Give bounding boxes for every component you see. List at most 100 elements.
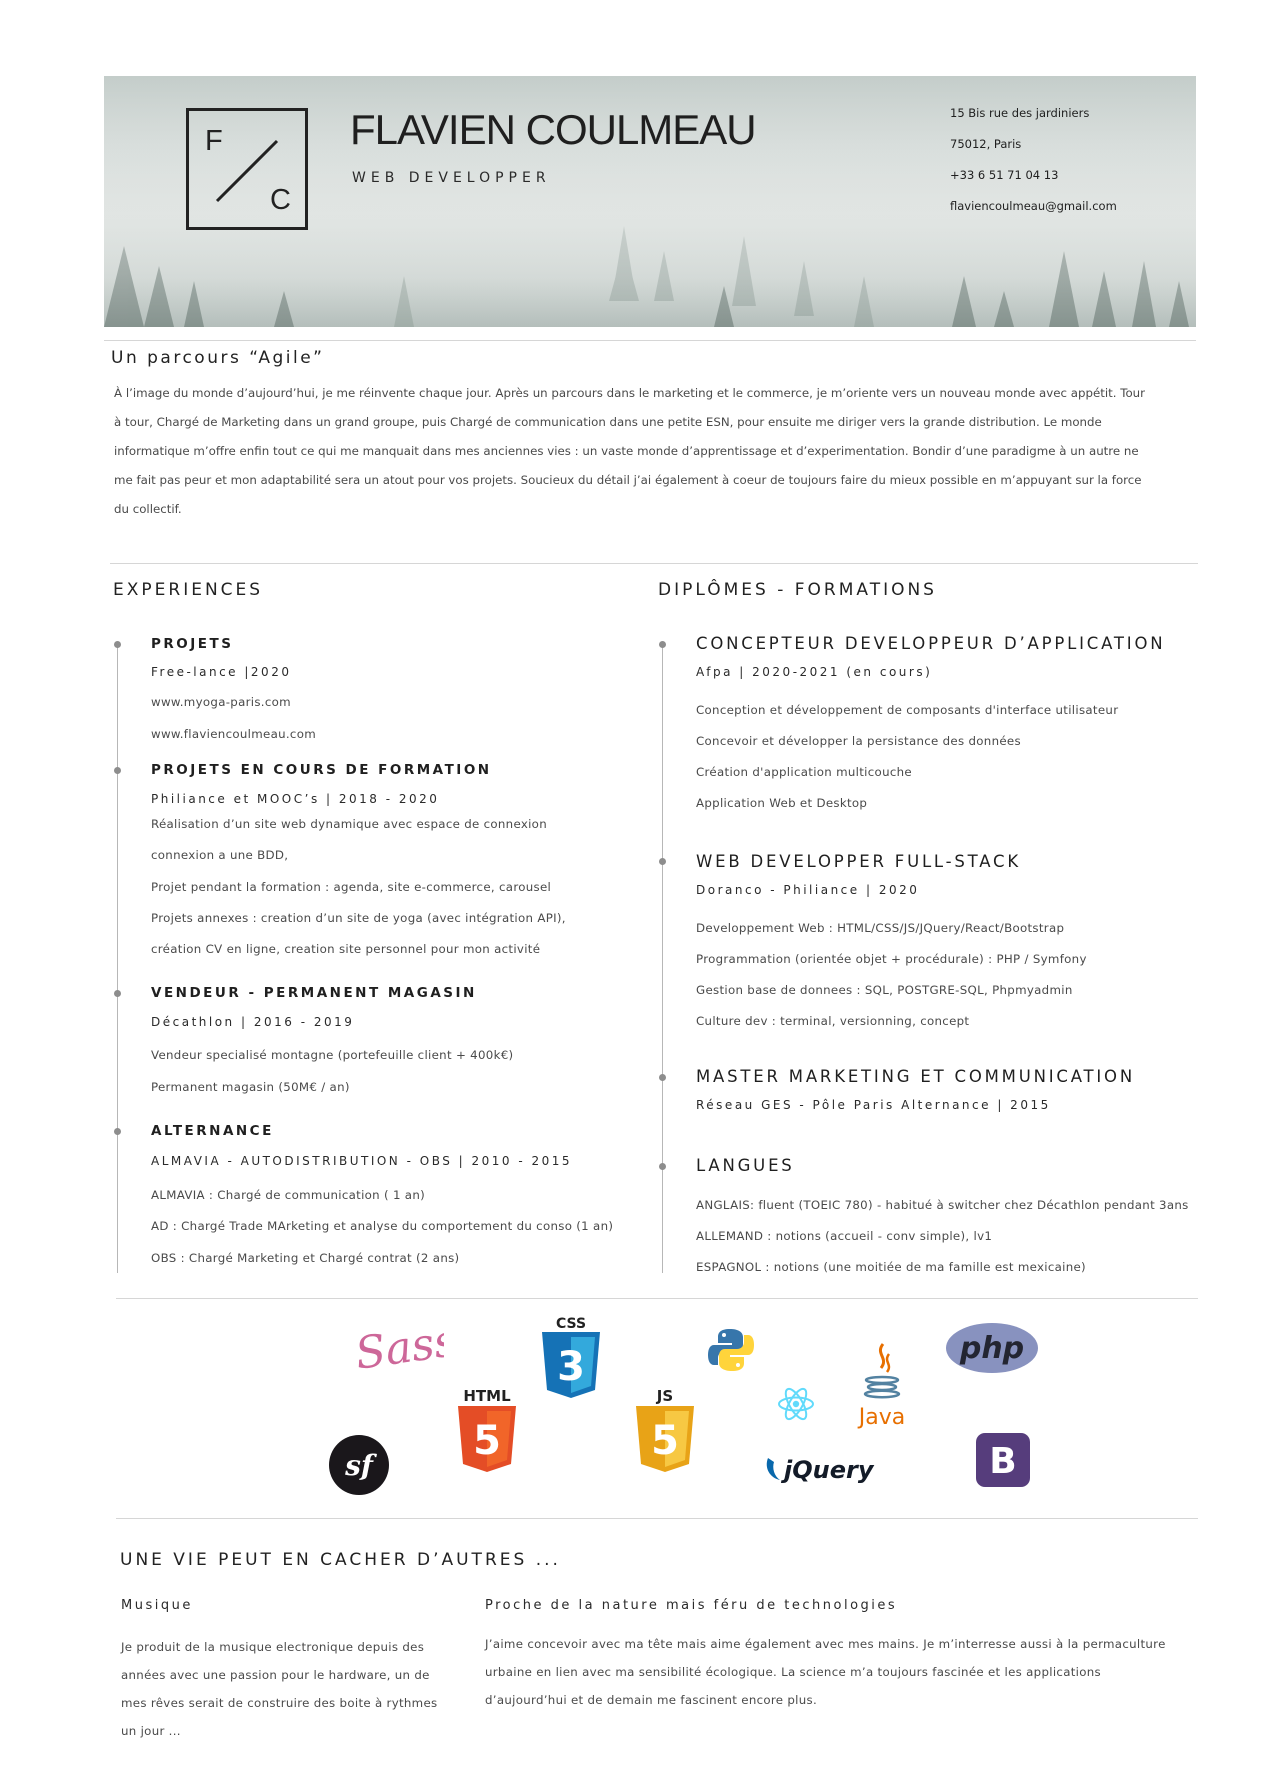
experience-line: Permanent magasin (50M€ / an) (151, 1080, 350, 1094)
education-subtitle: Doranco - Philiance | 2020 (696, 883, 920, 897)
experiences-timeline (117, 645, 118, 1273)
svg-text:jQuery: jQuery (780, 1456, 875, 1484)
timeline-dot (659, 641, 666, 648)
experience-title: PROJETS EN COURS DE FORMATION (151, 762, 492, 778)
education-subtitle: Réseau GES - Pôle Paris Alternance | 201… (696, 1098, 1051, 1112)
education-timeline (662, 645, 663, 1273)
experiences-title: EXPERIENCES (113, 580, 264, 600)
nature-line: urbaine en lien avec ma sensibilité écol… (485, 1665, 1101, 1679)
nature-text: J’aime concevoir avec ma tête mais aime … (485, 1630, 1166, 1714)
divider (104, 340, 1196, 341)
intro-line: me fait pas peur et mon adaptabilité ser… (114, 473, 1142, 487)
bootstrap-icon: B (976, 1433, 1030, 1487)
candidate-role: WEB DEVELOPPER (352, 170, 551, 186)
project-link-myoga[interactable]: www.myoga-paris.com (151, 695, 291, 709)
education-line: Gestion base de donnees : SQL, POSTGRE-S… (696, 983, 1073, 997)
divider (116, 1518, 1198, 1519)
music-line: mes rêves serait de construire des boite… (121, 1696, 438, 1710)
experience-line: Vendeur specialisé montagne (portefeuill… (151, 1048, 514, 1062)
svg-text:B: B (989, 1441, 1016, 1482)
education-line: Developpement Web : HTML/CSS/JS/JQuery/R… (696, 921, 1065, 935)
education-line: Culture dev : terminal, versionning, con… (696, 1014, 970, 1028)
contact-phone: +33 6 51 71 04 13 (950, 168, 1059, 182)
intro-paragraph: À l’image du monde d’aujourd’hui, je me … (114, 379, 1204, 524)
css3-icon: CSS 3 (542, 1316, 600, 1398)
svg-text:CSS: CSS (556, 1316, 586, 1332)
svg-text:HTML: HTML (463, 1387, 511, 1405)
intro-line: du collectif. (114, 502, 182, 516)
fc-logo: F C (186, 108, 308, 230)
svg-text:Sass: Sass (352, 1315, 444, 1380)
experience-subtitle: Décathlon | 2016 - 2019 (151, 1015, 355, 1029)
intro-title: Un parcours “Agile” (111, 348, 325, 368)
html5-icon: HTML 5 (458, 1387, 516, 1472)
education-line: Création d'application multicouche (696, 765, 912, 779)
react-icon (778, 1387, 814, 1421)
candidate-name: FLAVIEN COULMEAU (350, 106, 757, 153)
experience-line: OBS : Chargé Marketing et Chargé contrat… (151, 1251, 460, 1265)
svg-text:5: 5 (473, 1418, 501, 1464)
hobbies-title: UNE VIE PEUT EN CACHER D’AUTRES ... (120, 1550, 561, 1570)
language-line: ESPAGNOL : notions (une moitiée de ma fa… (696, 1260, 1086, 1274)
languages-title: LANGUES (696, 1156, 795, 1175)
divider (110, 563, 1198, 564)
contact-city: 75012, Paris (950, 137, 1022, 151)
education-line: Programmation (orientée objet + procédur… (696, 952, 1087, 966)
intro-line: informatique m’offre enfin tout ce qui m… (114, 444, 1139, 458)
java-icon: Java (857, 1343, 905, 1430)
logo-letter-c: C (270, 184, 291, 216)
experience-line: Projet pendant la formation : agenda, si… (151, 880, 552, 894)
language-line: ALLEMAND : notions (accueil - conv simpl… (696, 1229, 993, 1243)
music-line: Je produit de la musique electronique de… (121, 1640, 425, 1654)
music-line: années avec une passion pour le hardware… (121, 1668, 430, 1682)
timeline-dot (114, 1128, 121, 1135)
timeline-dot (114, 767, 121, 774)
intro-line: à tour, Chargé de Marketing dans un gran… (114, 415, 1102, 429)
experience-subtitle: Free-lance |2020 (151, 665, 292, 679)
contact-email[interactable]: flaviencoulmeau@gmail.com (950, 199, 1117, 213)
svg-text:5: 5 (651, 1418, 679, 1464)
experience-title: VENDEUR - PERMANENT MAGASIN (151, 985, 477, 1001)
education-title: DIPLÔMES - FORMATIONS (658, 580, 937, 600)
education-line: Application Web et Desktop (696, 796, 868, 810)
timeline-dot (659, 858, 666, 865)
education-title-item: MASTER MARKETING ET COMMUNICATION (696, 1067, 1135, 1086)
php-icon: php (946, 1323, 1038, 1373)
education-title-item: WEB DEVELOPPER FULL-STACK (696, 852, 1022, 871)
python-icon (708, 1329, 754, 1371)
experience-line: AD : Chargé Trade MArketing et analyse d… (151, 1219, 614, 1233)
music-text: Je produit de la musique electronique de… (121, 1633, 437, 1745)
music-title: Musique (121, 1598, 193, 1613)
nature-line: J’aime concevoir avec ma tête mais aime … (485, 1637, 1166, 1651)
experience-title: PROJETS (151, 636, 234, 652)
education-title-item: CONCEPTEUR DEVELOPPEUR D’APPLICATION (696, 634, 1166, 653)
svg-text:Java: Java (857, 1405, 905, 1430)
svg-text:sf: sf (344, 1449, 378, 1482)
svg-text:php: php (959, 1331, 1024, 1366)
symfony-icon: sf (329, 1435, 389, 1495)
jquery-icon: jQuery (766, 1456, 875, 1484)
nature-line: d’aujourd’hui et de demain me fascinent … (485, 1693, 818, 1707)
timeline-dot (659, 1074, 666, 1081)
experience-line: Projets annexes : creation d’un site de … (151, 911, 566, 925)
divider (116, 1298, 1198, 1299)
experience-line: ALMAVIA : Chargé de communication ( 1 an… (151, 1188, 426, 1202)
experience-line: connexion a une BDD, (151, 848, 289, 862)
language-line: ANGLAIS: fluent (TOEIC 780) - habitué à … (696, 1198, 1189, 1212)
education-line: Conception et développement de composant… (696, 703, 1119, 717)
education-subtitle: Afpa | 2020-2021 (en cours) (696, 665, 933, 679)
experience-subtitle: Philiance et MOOC’s | 2018 - 2020 (151, 792, 440, 806)
js-icon: JS 5 (636, 1387, 694, 1472)
contact-address: 15 Bis rue des jardiniers (950, 106, 1090, 120)
svg-text:JS: JS (656, 1387, 673, 1405)
music-line: un jour ... (121, 1724, 181, 1738)
experience-subtitle: ALMAVIA - AUTODISTRIBUTION - OBS | 2010 … (151, 1154, 573, 1168)
timeline-dot (659, 1163, 666, 1170)
project-link-portfolio[interactable]: www.flaviencoulmeau.com (151, 727, 316, 741)
timeline-dot (114, 990, 121, 997)
timeline-dot (114, 641, 121, 648)
experience-line: Réalisation d’un site web dynamique avec… (151, 817, 547, 831)
sass-icon: Sass (352, 1315, 444, 1380)
experience-title: ALTERNANCE (151, 1123, 274, 1139)
experience-line: création CV en ligne, creation site pers… (151, 942, 541, 956)
